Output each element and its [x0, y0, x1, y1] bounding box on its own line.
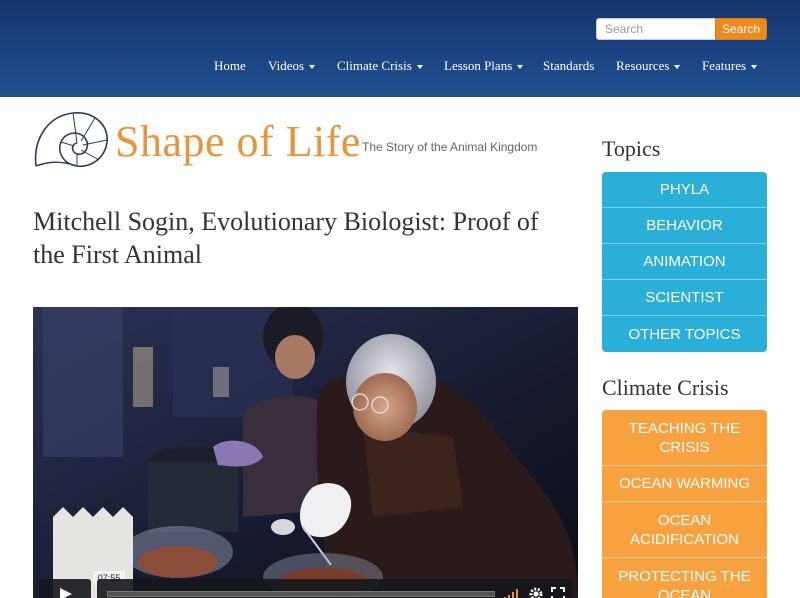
- topics-heading: Topics: [602, 136, 661, 161]
- nav-videos[interactable]: Videos: [268, 58, 316, 74]
- logo-wordmark: Shape of Life: [115, 117, 361, 166]
- topic-scientist[interactable]: SCIENTIST: [602, 280, 767, 316]
- fullscreen-icon[interactable]: [550, 586, 566, 598]
- site-logo[interactable]: Shape of Life The Story of the Animal Ki…: [33, 110, 537, 174]
- nautilus-shell-icon: [34, 112, 108, 167]
- play-icon: [60, 588, 72, 598]
- topics-list: PHYLA BEHAVIOR ANIMATION SCIENTIST OTHER…: [602, 172, 767, 352]
- video-control-bar: [97, 579, 572, 598]
- nav-videos-label: Videos: [268, 58, 305, 73]
- nav-features[interactable]: Features: [702, 58, 758, 74]
- gear-icon[interactable]: [528, 586, 544, 598]
- nav-standards-label: Standards: [543, 58, 595, 73]
- climate-ocean-acidification[interactable]: OCEAN ACIDIFICATION: [602, 502, 767, 558]
- page-title: Mitchell Sogin, Evolutionary Biologist: …: [33, 207, 539, 269]
- nav-resources-label: Resources: [616, 58, 670, 73]
- search-input[interactable]: [596, 18, 716, 40]
- video-progress-bar[interactable]: [107, 591, 495, 597]
- play-button[interactable]: [39, 579, 91, 598]
- video-player[interactable]: 07:55: [33, 307, 578, 598]
- nav-home-label: Home: [214, 58, 246, 73]
- topic-behavior[interactable]: BEHAVIOR: [602, 208, 767, 244]
- caret-down-icon: [416, 65, 423, 70]
- topic-other-topics[interactable]: OTHER TOPICS: [602, 316, 767, 352]
- caret-down-icon: [309, 65, 316, 70]
- nav-home[interactable]: Home: [214, 58, 246, 74]
- video-frame: [33, 307, 578, 598]
- search-button[interactable]: Search: [715, 18, 767, 40]
- nav-features-label: Features: [702, 58, 747, 73]
- nav-lesson-plans[interactable]: Lesson Plans: [444, 58, 524, 74]
- nav-climate-crisis[interactable]: Climate Crisis: [337, 58, 423, 74]
- climate-crisis-heading: Climate Crisis: [602, 375, 729, 400]
- nav-resources[interactable]: Resources: [616, 58, 681, 74]
- nav-standards[interactable]: Standards: [543, 58, 594, 74]
- nav-climate-crisis-label: Climate Crisis: [337, 58, 412, 73]
- logo-tagline: The Story of the Animal Kingdom: [362, 140, 538, 154]
- volume-icon[interactable]: [503, 586, 521, 598]
- main-nav: Home Videos Climate Crisis Lesson Plans …: [0, 58, 800, 78]
- site-header: Search Home Videos Climate Crisis Lesson…: [0, 0, 800, 97]
- nav-lesson-plans-label: Lesson Plans: [444, 58, 513, 73]
- climate-crisis-list: TEACHING THE CRISIS OCEAN WARMING OCEAN …: [602, 410, 767, 598]
- video-controls: 07:55: [39, 571, 572, 598]
- caret-down-icon: [751, 65, 758, 70]
- caret-down-icon: [674, 65, 681, 70]
- climate-teaching-the-crisis[interactable]: TEACHING THE CRISIS: [602, 410, 767, 466]
- topic-phyla[interactable]: PHYLA: [602, 172, 767, 208]
- climate-protecting-the-ocean[interactable]: PROTECTING THE OCEAN: [602, 558, 767, 598]
- topic-animation[interactable]: ANIMATION: [602, 244, 767, 280]
- caret-down-icon: [517, 65, 524, 70]
- climate-ocean-warming[interactable]: OCEAN WARMING: [602, 466, 767, 502]
